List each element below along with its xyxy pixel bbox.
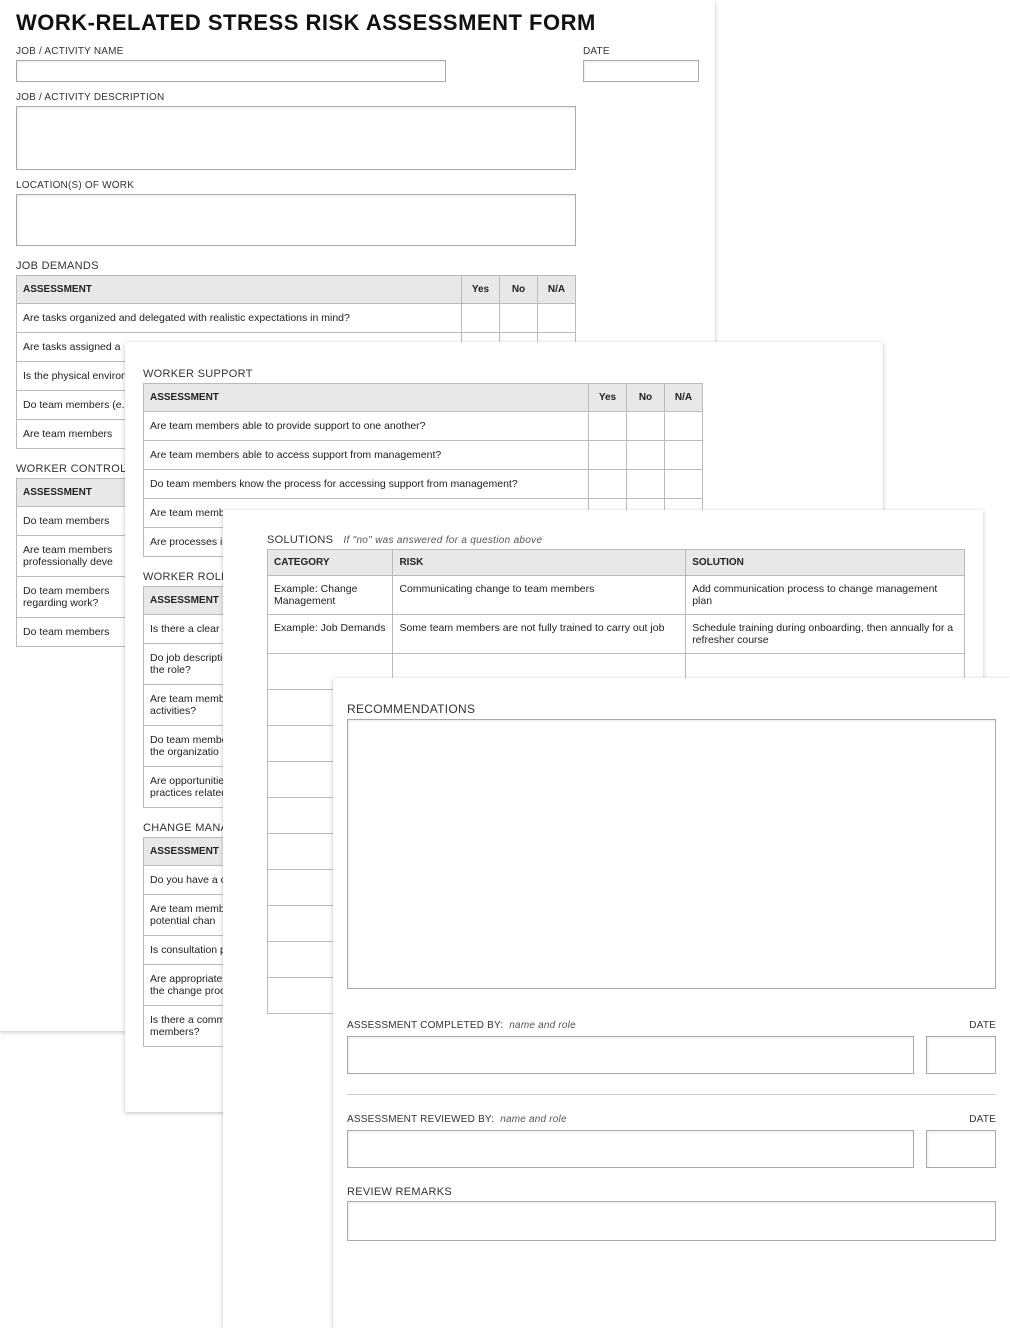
answer-cell[interactable]: [538, 304, 576, 333]
question-cell: Are team members professionally deve: [17, 536, 136, 577]
reviewed-date-label: DATE: [969, 1114, 996, 1125]
col-yes: Yes: [589, 384, 627, 412]
answer-cell[interactable]: [665, 441, 703, 470]
date-label: DATE: [583, 46, 699, 57]
reviewed-date-input[interactable]: [926, 1130, 996, 1168]
answer-cell[interactable]: [589, 441, 627, 470]
solution-cell: Schedule training during onboarding, the…: [686, 615, 965, 654]
divider: [347, 1094, 996, 1095]
page-4: RECOMMENDATIONS ASSESSMENT COMPLETED BY:…: [333, 678, 1010, 1328]
reviewed-by-label: ASSESSMENT REVIEWED BY: name and role: [347, 1114, 567, 1125]
answer-cell[interactable]: [627, 470, 665, 499]
completed-by-input[interactable]: [347, 1036, 914, 1074]
table-row: Do team members: [17, 618, 136, 647]
answer-cell[interactable]: [500, 304, 538, 333]
answer-cell[interactable]: [462, 304, 500, 333]
completed-date-input[interactable]: [926, 1036, 996, 1074]
table-row: Are team members able to access support …: [144, 441, 703, 470]
answer-cell[interactable]: [627, 441, 665, 470]
col-assessment: ASSESSMENT: [17, 479, 136, 507]
col-assessment: ASSESSMENT: [144, 384, 589, 412]
solution-cell: Example: Change Management: [268, 576, 393, 615]
table-row: Do team members: [17, 507, 136, 536]
worker-control-table: ASSESSMENT Do team membersAre team membe…: [16, 478, 136, 647]
review-remarks-title: REVIEW REMARKS: [347, 1186, 996, 1198]
answer-cell[interactable]: [589, 470, 627, 499]
completed-by-label: ASSESSMENT COMPLETED BY: name and role: [347, 1020, 576, 1031]
table-row: Example: Change ManagementCommunicating …: [268, 576, 965, 615]
col-no: No: [500, 276, 538, 304]
col-no: No: [627, 384, 665, 412]
table-row: Example: Job DemandsSome team members ar…: [268, 615, 965, 654]
table-row: Do team members regarding work?: [17, 577, 136, 618]
question-cell: Are team members able to access support …: [144, 441, 589, 470]
question-cell: Do team members: [17, 507, 136, 536]
col-assessment: ASSESSMENT: [17, 276, 462, 304]
review-remarks-input[interactable]: [347, 1201, 996, 1241]
table-row: Are tasks organized and delegated with r…: [17, 304, 576, 333]
sol-col-risk: RISK: [393, 550, 686, 576]
solutions-note: If "no" was answered for a question abov…: [343, 535, 542, 546]
section-job-demands-title: JOB DEMANDS: [16, 260, 699, 272]
job-name-label: JOB / ACTIVITY NAME: [16, 46, 567, 57]
table-row: Are team members able to provide support…: [144, 412, 703, 441]
section-worker-support-title: WORKER SUPPORT: [143, 368, 865, 380]
question-cell: Do team members regarding work?: [17, 577, 136, 618]
solution-cell: Some team members are not fully trained …: [393, 615, 686, 654]
sol-col-solution: SOLUTION: [686, 550, 965, 576]
table-row: Are team members professionally deve: [17, 536, 136, 577]
solution-cell: Example: Job Demands: [268, 615, 393, 654]
question-cell: Are team members able to provide support…: [144, 412, 589, 441]
col-na: N/A: [538, 276, 576, 304]
col-yes: Yes: [462, 276, 500, 304]
answer-cell[interactable]: [627, 412, 665, 441]
sol-col-category: CATEGORY: [268, 550, 393, 576]
desc-input[interactable]: [16, 106, 576, 170]
solution-cell: Communicating change to team members: [393, 576, 686, 615]
completed-date-label: DATE: [969, 1020, 996, 1031]
solution-cell: Add communication process to change mana…: [686, 576, 965, 615]
job-name-input[interactable]: [16, 60, 446, 82]
desc-label: JOB / ACTIVITY DESCRIPTION: [16, 92, 699, 103]
question-cell: Do team members: [17, 618, 136, 647]
col-na: N/A: [665, 384, 703, 412]
answer-cell[interactable]: [665, 470, 703, 499]
solutions-title-text: SOLUTIONS: [267, 534, 333, 546]
loc-label: LOCATION(S) OF WORK: [16, 180, 699, 191]
worker-control-body: Do team membersAre team members professi…: [17, 507, 136, 647]
recommendations-input[interactable]: [347, 719, 996, 989]
question-cell: Are tasks organized and delegated with r…: [17, 304, 462, 333]
section-solutions-title: SOLUTIONS If "no" was answered for a que…: [267, 534, 965, 546]
page-title: WORK-RELATED STRESS RISK ASSESSMENT FORM: [16, 10, 699, 36]
reviewed-by-input[interactable]: [347, 1130, 914, 1168]
answer-cell[interactable]: [589, 412, 627, 441]
loc-input[interactable]: [16, 194, 576, 246]
table-row: Do team members know the process for acc…: [144, 470, 703, 499]
date-input[interactable]: [583, 60, 699, 82]
answer-cell[interactable]: [665, 412, 703, 441]
recommendations-title: RECOMMENDATIONS: [347, 702, 996, 716]
question-cell: Do team members know the process for acc…: [144, 470, 589, 499]
